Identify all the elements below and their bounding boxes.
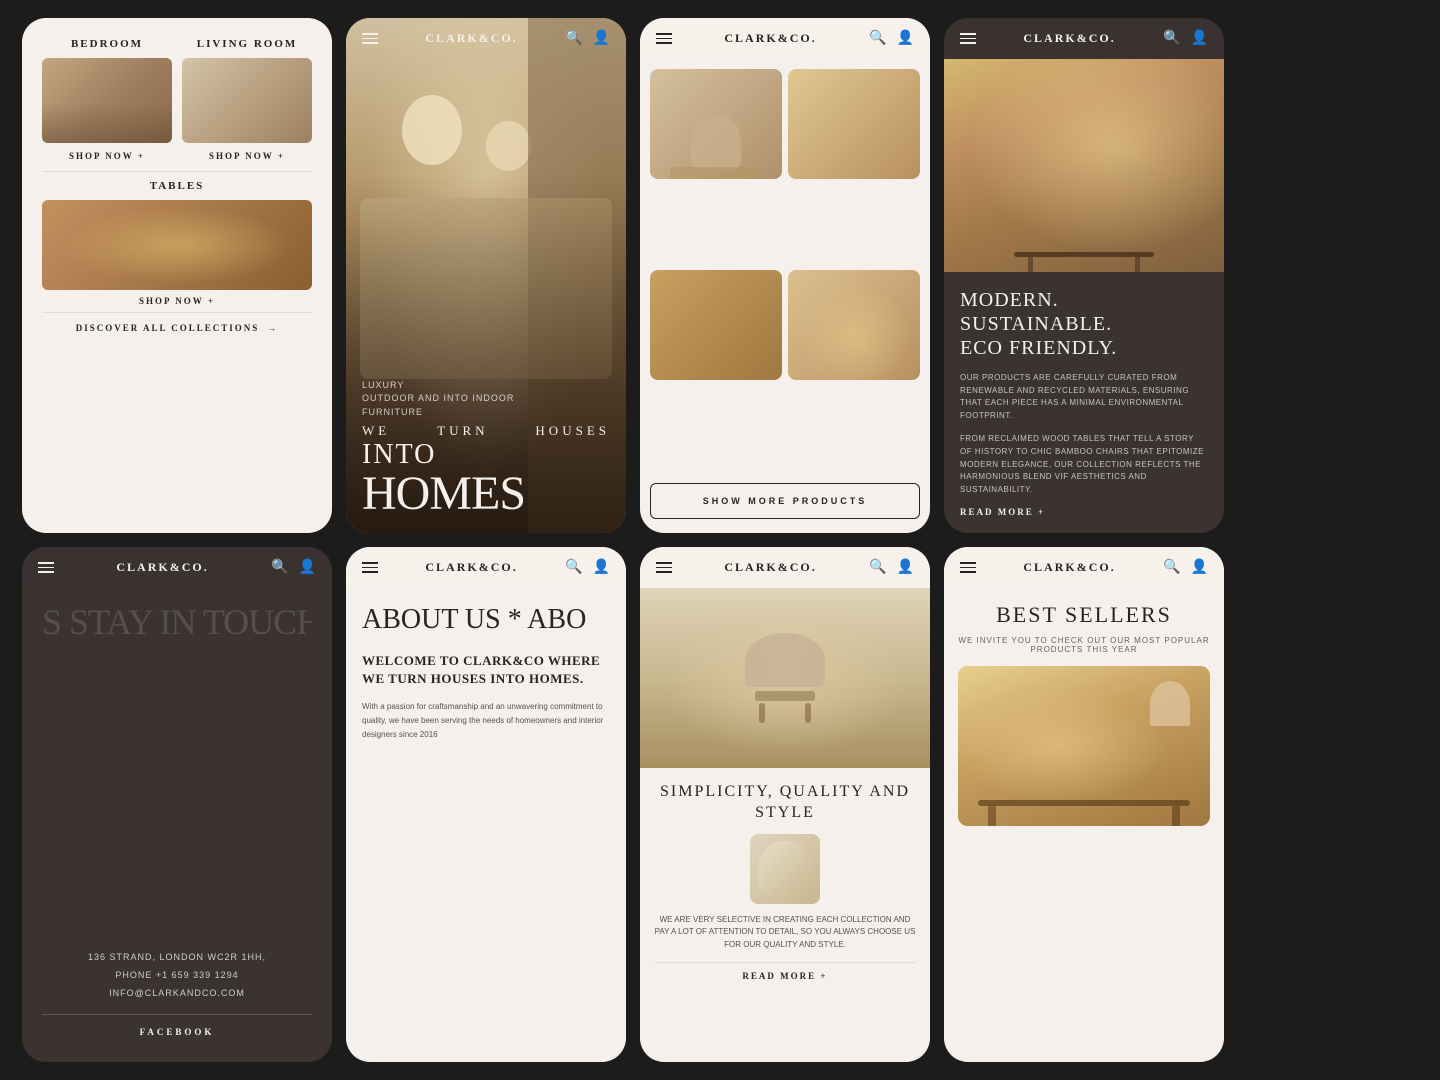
hero-headline-row1: WE TURN HOUSES	[362, 423, 610, 439]
hero-eyebrow: LUXURY OUTDOOR AND INTO INDOOR FURNITURE	[362, 379, 610, 420]
contact-address: 136 STRAND, LONDON WC2R 1HH,	[42, 952, 312, 962]
products-menu-icon[interactable]	[656, 33, 672, 44]
bedroom-category: BEDROOM SHOP NOW +	[42, 38, 172, 161]
contact-menu-icon[interactable]	[38, 562, 54, 573]
collections-card: BEDROOM SHOP NOW + LIVING ROOM SHOP NOW …	[22, 18, 332, 533]
simplicity-content: SIMPLICITY, QUALITY AND STYLE WE ARE VER…	[640, 768, 930, 1003]
hero-search-icon[interactable]: 🔍	[565, 30, 582, 47]
bestsellers-product-image	[958, 666, 1210, 826]
product-image-1	[650, 69, 782, 179]
eco-logo: CLARK&CO.	[1023, 31, 1115, 46]
discover-all-button[interactable]: DISCOVER ALL COLLECTIONS →	[42, 312, 312, 337]
show-more-button[interactable]: SHOW MORE PRODUCTS	[650, 483, 920, 519]
simplicity-search-icon[interactable]: 🔍	[869, 559, 886, 576]
contact-headline: S STAY IN TOUCH	[42, 604, 312, 640]
hero-card: CLARK&CO. 🔍 👤 LUXURY OUTDOOR AND INTO IN…	[346, 18, 626, 533]
about-account-icon[interactable]: 👤	[593, 559, 610, 576]
hero-logo: CLARK&CO.	[425, 31, 517, 46]
about-navbar: CLARK&CO. 🔍 👤	[346, 547, 626, 588]
living-room-label: LIVING ROOM	[182, 38, 312, 50]
products-navbar: CLARK&CO. 🔍 👤	[640, 18, 930, 59]
product-image-4	[788, 270, 920, 380]
bedroom-label: BEDROOM	[42, 38, 172, 50]
hero-headline-row3: HOMES	[362, 471, 610, 517]
products-search-icon[interactable]: 🔍	[869, 30, 886, 47]
eco-navbar: CLARK&CO. 🔍 👤	[944, 18, 1224, 59]
bestsellers-content: BEST SELLERS WE INVITE YOU TO CHECK OUT …	[944, 588, 1224, 840]
simplicity-read-more-button[interactable]: READ MORE +	[654, 962, 916, 989]
living-room-category: LIVING ROOM SHOP NOW +	[182, 38, 312, 161]
hero-text-content: LUXURY OUTDOOR AND INTO INDOOR FURNITURE…	[346, 363, 626, 533]
simplicity-title: SIMPLICITY, QUALITY AND STYLE	[654, 782, 916, 824]
bestsellers-card: CLARK&CO. 🔍 👤 BEST SELLERS WE INVITE YOU…	[944, 547, 1224, 1062]
bestsellers-account-icon[interactable]: 👤	[1191, 559, 1208, 576]
simplicity-account-icon[interactable]: 👤	[897, 559, 914, 576]
simplicity-menu-icon[interactable]	[656, 562, 672, 573]
contact-search-icon[interactable]: 🔍	[271, 559, 288, 576]
simplicity-chair-image	[640, 588, 930, 768]
contact-phone: PHONE +1 659 339 1294	[42, 970, 312, 980]
about-marquee-text: ABOUT US * ABO	[362, 604, 610, 636]
product-image-3	[650, 270, 782, 380]
bestsellers-title: BEST SELLERS	[958, 602, 1210, 628]
hero-account-icon[interactable]: 👤	[593, 30, 610, 47]
eco-account-icon[interactable]: 👤	[1191, 30, 1208, 47]
about-content: ABOUT US * ABO WELCOME TO CLARK&CO WHERE…	[346, 588, 626, 757]
eco-body-2: FROM RECLAIMED WOOD TABLES THAT TELL A S…	[960, 433, 1208, 497]
contact-card: CLARK&CO. 🔍 👤 S STAY IN TOUCH 136 STRAND…	[22, 547, 332, 1062]
eco-search-icon[interactable]: 🔍	[1163, 30, 1180, 47]
eco-content: MODERN. SUSTAINABLE. ECO FRIENDLY. OUR P…	[944, 272, 1224, 533]
about-search-icon[interactable]: 🔍	[565, 559, 582, 576]
tables-label: TABLES	[42, 180, 312, 192]
contact-account-icon[interactable]: 👤	[299, 559, 316, 576]
bestsellers-subtitle: WE INVITE YOU TO CHECK OUT OUR MOST POPU…	[958, 636, 1210, 654]
eco-read-more-button[interactable]: READ MORE +	[960, 507, 1208, 517]
simplicity-product-thumb	[750, 834, 820, 904]
about-body-text: With a passion for craftsmanship and an …	[362, 700, 610, 741]
contact-email: INFO@CLARKANDCO.COM	[42, 988, 312, 998]
eco-image	[944, 59, 1224, 272]
about-menu-icon[interactable]	[362, 562, 378, 573]
hero-menu-icon[interactable]	[362, 33, 378, 44]
contact-logo: CLARK&CO.	[116, 560, 208, 575]
hero-headline-row2: INTO	[362, 441, 610, 469]
eco-body-1: OUR PRODUCTS ARE CAREFULLY CURATED FROM …	[960, 372, 1208, 423]
bestsellers-search-icon[interactable]: 🔍	[1163, 559, 1180, 576]
products-card: CLARK&CO. 🔍 👤	[640, 18, 930, 533]
bestsellers-logo: CLARK&CO.	[1023, 560, 1115, 575]
about-card: CLARK&CO. 🔍 👤 ABOUT US * ABO WELCOME TO …	[346, 547, 626, 1062]
contact-content: S STAY IN TOUCH 136 STRAND, LONDON WC2R …	[22, 588, 332, 1053]
simplicity-card: CLARK&CO. 🔍 👤 SIMPLICITY, QUALI	[640, 547, 930, 1062]
products-logo: CLARK&CO.	[724, 31, 816, 46]
living-room-shop-now[interactable]: SHOP NOW +	[182, 151, 312, 161]
eco-card: CLARK&CO. 🔍 👤 MODERN. SUSTAINABLE. ECO F…	[944, 18, 1224, 533]
about-logo: CLARK&CO.	[425, 560, 517, 575]
simplicity-logo: CLARK&CO.	[724, 560, 816, 575]
simplicity-navbar: CLARK&CO. 🔍 👤	[640, 547, 930, 588]
hero-navbar: CLARK&CO. 🔍 👤	[346, 18, 626, 59]
products-grid	[640, 59, 930, 475]
eco-title: MODERN. SUSTAINABLE. ECO FRIENDLY.	[960, 288, 1208, 360]
contact-facebook-link[interactable]: FACEBOOK	[42, 1014, 312, 1037]
about-welcome-title: WELCOME TO CLARK&CO WHERE WE TURN HOUSES…	[362, 652, 610, 688]
discover-all-label: DISCOVER ALL COLLECTIONS	[76, 323, 260, 333]
products-account-icon[interactable]: 👤	[897, 30, 914, 47]
product-image-2	[788, 69, 920, 179]
tables-shop-now[interactable]: SHOP NOW +	[42, 296, 312, 306]
simplicity-body-text: WE ARE VERY SELECTIVE IN CREATING EACH C…	[654, 914, 916, 952]
bestsellers-menu-icon[interactable]	[960, 562, 976, 573]
eco-menu-icon[interactable]	[960, 33, 976, 44]
contact-navbar: CLARK&CO. 🔍 👤	[22, 547, 332, 588]
bedroom-shop-now[interactable]: SHOP NOW +	[42, 151, 172, 161]
discover-all-arrow: →	[267, 323, 278, 333]
contact-info: 136 STRAND, LONDON WC2R 1HH, PHONE +1 65…	[42, 952, 312, 1037]
bestsellers-navbar: CLARK&CO. 🔍 👤	[944, 547, 1224, 588]
